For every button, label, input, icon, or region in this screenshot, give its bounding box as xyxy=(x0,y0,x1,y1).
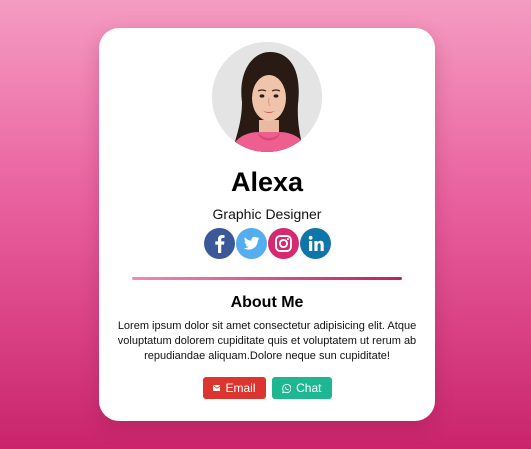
instagram-icon xyxy=(274,235,292,252)
whatsapp-icon xyxy=(281,383,291,393)
chat-button-label: Chat xyxy=(296,381,322,395)
facebook-icon xyxy=(214,235,224,253)
facebook-link[interactable] xyxy=(203,228,235,259)
about-text: Lorem ipsum dolor sit amet consectetur a… xyxy=(117,320,417,362)
section-divider xyxy=(132,277,402,280)
social-links xyxy=(99,228,435,260)
twitter-link[interactable] xyxy=(235,228,267,259)
chat-button[interactable]: Chat xyxy=(271,377,332,399)
avatar xyxy=(212,42,322,152)
envelope-icon xyxy=(212,385,221,391)
profile-card: Alexa Graphic Designer About Me Lorem ip… xyxy=(99,28,435,421)
email-button-label: Email xyxy=(225,381,256,395)
avatar-photo xyxy=(212,42,322,152)
profile-name: Alexa xyxy=(230,167,304,197)
about-title: About Me xyxy=(230,294,304,311)
instagram-link[interactable] xyxy=(267,228,299,259)
profile-role: Graphic Designer xyxy=(212,206,322,222)
action-buttons: Email Chat xyxy=(99,377,435,399)
email-button[interactable]: Email xyxy=(202,377,266,399)
linkedin-link[interactable] xyxy=(299,228,331,259)
twitter-icon xyxy=(243,236,259,250)
linkedin-icon xyxy=(308,235,324,251)
